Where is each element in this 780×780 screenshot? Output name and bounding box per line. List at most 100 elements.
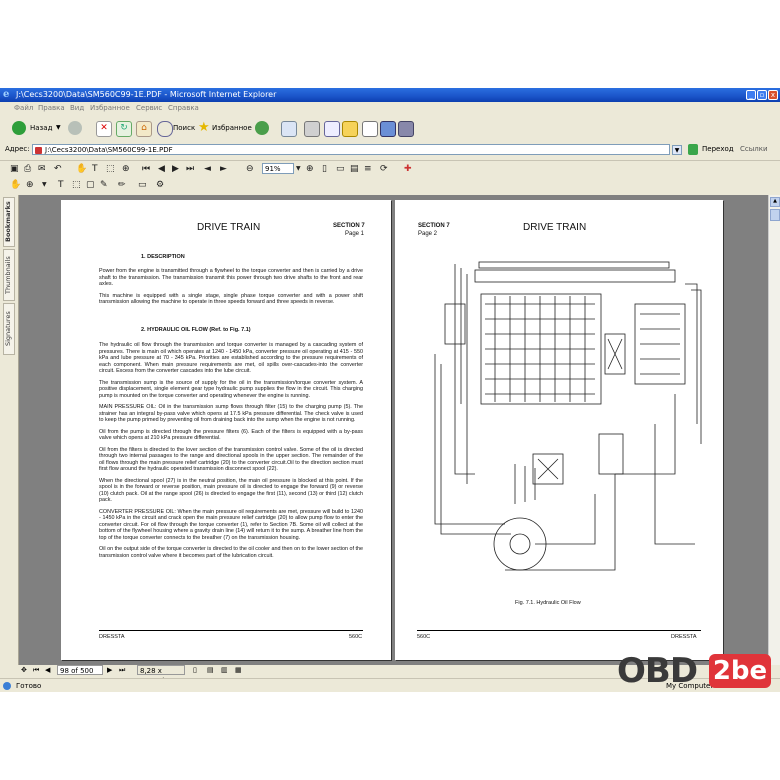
paragraph: When the directional spool (27) is in th… [99, 477, 363, 504]
go-forward-view-icon[interactable]: ► [220, 163, 227, 175]
favorites-button[interactable]: Избранное [212, 119, 252, 137]
print-icon[interactable] [304, 121, 320, 137]
page2-footer-left: 560C [417, 634, 431, 640]
pdf-viewer: DRIVE TRAIN SECTION 7 Page 1 1. DESCRIPT… [19, 195, 768, 665]
forward-arrow-icon[interactable] [68, 121, 82, 135]
menu-favorites[interactable]: Избранное [90, 102, 130, 114]
page1-footer-left: DRESSTA [99, 634, 125, 640]
reflow-icon[interactable]: ≡ [364, 163, 372, 175]
page1-footer-rule [99, 630, 363, 631]
research-icon[interactable] [362, 121, 378, 137]
zoom-icon[interactable]: ⊕ [26, 179, 34, 191]
nav-arrows-icon[interactable]: ✥ [21, 666, 27, 674]
zoom-tool-icon[interactable]: ⊕ [122, 163, 130, 175]
last-page-nav-icon[interactable]: ⏭ [119, 666, 125, 675]
save-icon[interactable]: ▣ [10, 163, 19, 175]
section-heading-hydraulic: 2. HYDRAULIC OIL FLOW (Ref. to Fig. 7.1) [141, 327, 251, 333]
scroll-up-icon[interactable]: ▲ [770, 197, 780, 207]
scroll-thumb[interactable] [770, 209, 780, 221]
home-icon[interactable]: ⌂ [136, 121, 152, 137]
hand-tool-icon[interactable]: ✋ [76, 163, 87, 175]
highlight-icon[interactable]: ▭ [138, 179, 147, 191]
page1-number: Page 1 [345, 231, 365, 237]
print-pdf-icon[interactable]: ⎙ [24, 163, 31, 175]
paragraph: This machine is equipped with a single s… [99, 292, 363, 306]
single-page-icon[interactable]: ▯ [193, 666, 197, 674]
favorites-star-icon[interactable]: ★ [198, 119, 210, 137]
maximize-icon[interactable]: ▫ [757, 90, 767, 100]
internet-explorer-icon: e [3, 89, 10, 100]
text-select-icon[interactable]: T [58, 179, 64, 191]
minimize-icon[interactable]: _ [746, 90, 756, 100]
links-button[interactable]: Ссылки [740, 145, 768, 153]
tab-signatures[interactable]: Signatures [3, 303, 15, 355]
page1-body-b: The hydraulic oil flow through the trans… [99, 342, 363, 564]
zoom-in-icon[interactable]: ⊕ [306, 163, 314, 175]
toolbar-extra-icon[interactable] [398, 121, 414, 137]
continuous-icon[interactable]: ▤ [207, 666, 214, 674]
refresh-icon[interactable]: ↻ [116, 121, 132, 137]
address-input[interactable]: J:\Cecs3200\Data\SM560C99-1E.PDF [32, 144, 670, 155]
status-text: Готово [16, 682, 42, 690]
mail-pdf-icon[interactable]: ✉ [38, 163, 46, 175]
address-dropdown-icon[interactable]: ▼ [672, 145, 682, 155]
hand-icon[interactable]: ✋ [10, 179, 21, 191]
last-page-icon[interactable]: ⏭ [186, 163, 194, 175]
close-icon[interactable]: x [768, 90, 778, 100]
graphics-select-icon[interactable]: ⬚ [106, 163, 115, 175]
zoom-out-icon[interactable]: ⊖ [246, 163, 254, 175]
paragraph: The hydraulic oil flow through the trans… [99, 342, 363, 374]
menu-edit[interactable]: Правка [38, 102, 65, 114]
search-icon[interactable] [157, 121, 173, 137]
go-button[interactable]: Переход [702, 145, 734, 153]
search-pdf-icon[interactable]: ⚙ [156, 179, 164, 191]
zoom-dropdown-icon[interactable]: ▼ [296, 163, 301, 175]
stop-icon[interactable]: ✕ [96, 121, 112, 137]
page-number-field[interactable]: 98 of 500 [57, 665, 103, 675]
rotate-icon[interactable]: ⟳ [380, 163, 388, 175]
continuous-facing-icon[interactable]: ▦ [235, 666, 242, 674]
next-page-icon[interactable]: ▶ [172, 163, 179, 175]
go-back-view-icon[interactable]: ◄ [204, 163, 211, 175]
page2-section: SECTION 7 [418, 223, 450, 229]
back-arrow-icon[interactable] [12, 121, 26, 135]
pencil-icon[interactable]: ✏ [118, 179, 126, 191]
hydraulic-oil-flow-diagram [434, 261, 702, 571]
fit-page-icon[interactable]: ▭ [336, 163, 345, 175]
undo-icon[interactable]: ↶ [54, 163, 62, 175]
first-page-icon[interactable]: ⏮ [142, 163, 150, 175]
discuss-icon[interactable] [342, 121, 358, 137]
go-arrow-icon[interactable] [688, 144, 698, 155]
previous-page-icon[interactable]: ◀ [158, 163, 165, 175]
menu-help[interactable]: Справка [168, 102, 199, 114]
history-icon[interactable] [255, 121, 269, 135]
acrobat-help-icon[interactable]: ✚ [404, 163, 412, 175]
menu-file[interactable]: Файл [14, 102, 33, 114]
tab-bookmarks[interactable]: Bookmarks [3, 197, 15, 247]
menu-view[interactable]: Вид [70, 102, 84, 114]
facing-icon[interactable]: ▥ [221, 666, 228, 674]
prev-page-nav-icon[interactable]: ◀ [45, 666, 50, 674]
actual-size-icon[interactable]: ▯ [322, 163, 327, 175]
fit-width-icon[interactable]: ▤ [350, 163, 359, 175]
vertical-scrollbar[interactable]: ▲ [768, 195, 780, 665]
mail-icon[interactable] [281, 121, 297, 137]
next-page-nav-icon[interactable]: ▶ [107, 666, 112, 674]
first-page-nav-icon[interactable]: ⏮ [33, 666, 39, 675]
menu-tools[interactable]: Сервис [136, 102, 162, 114]
edit-icon[interactable] [324, 121, 340, 137]
zoom-level-field[interactable]: 91% [262, 163, 294, 174]
back-button[interactable]: Назад [30, 119, 52, 137]
select-text-icon[interactable]: T [92, 163, 98, 175]
page2-footer-right: DRESSTA [671, 634, 697, 640]
column-select-icon[interactable]: ⬚ [72, 179, 81, 191]
note-icon[interactable]: ▢ [86, 179, 95, 191]
tab-thumbnails[interactable]: Thumbnails [3, 249, 15, 301]
page2-title: DRIVE TRAIN [523, 222, 587, 233]
search-button[interactable]: Поиск [173, 119, 195, 137]
obd2be-watermark: OBD 2be [617, 648, 775, 692]
zoom-menu-dropdown-icon[interactable]: ▼ [42, 179, 47, 191]
messenger-icon[interactable] [380, 121, 396, 137]
stamp-icon[interactable]: ✎ [100, 179, 108, 191]
back-dropdown-icon[interactable]: ▼ [56, 119, 61, 137]
